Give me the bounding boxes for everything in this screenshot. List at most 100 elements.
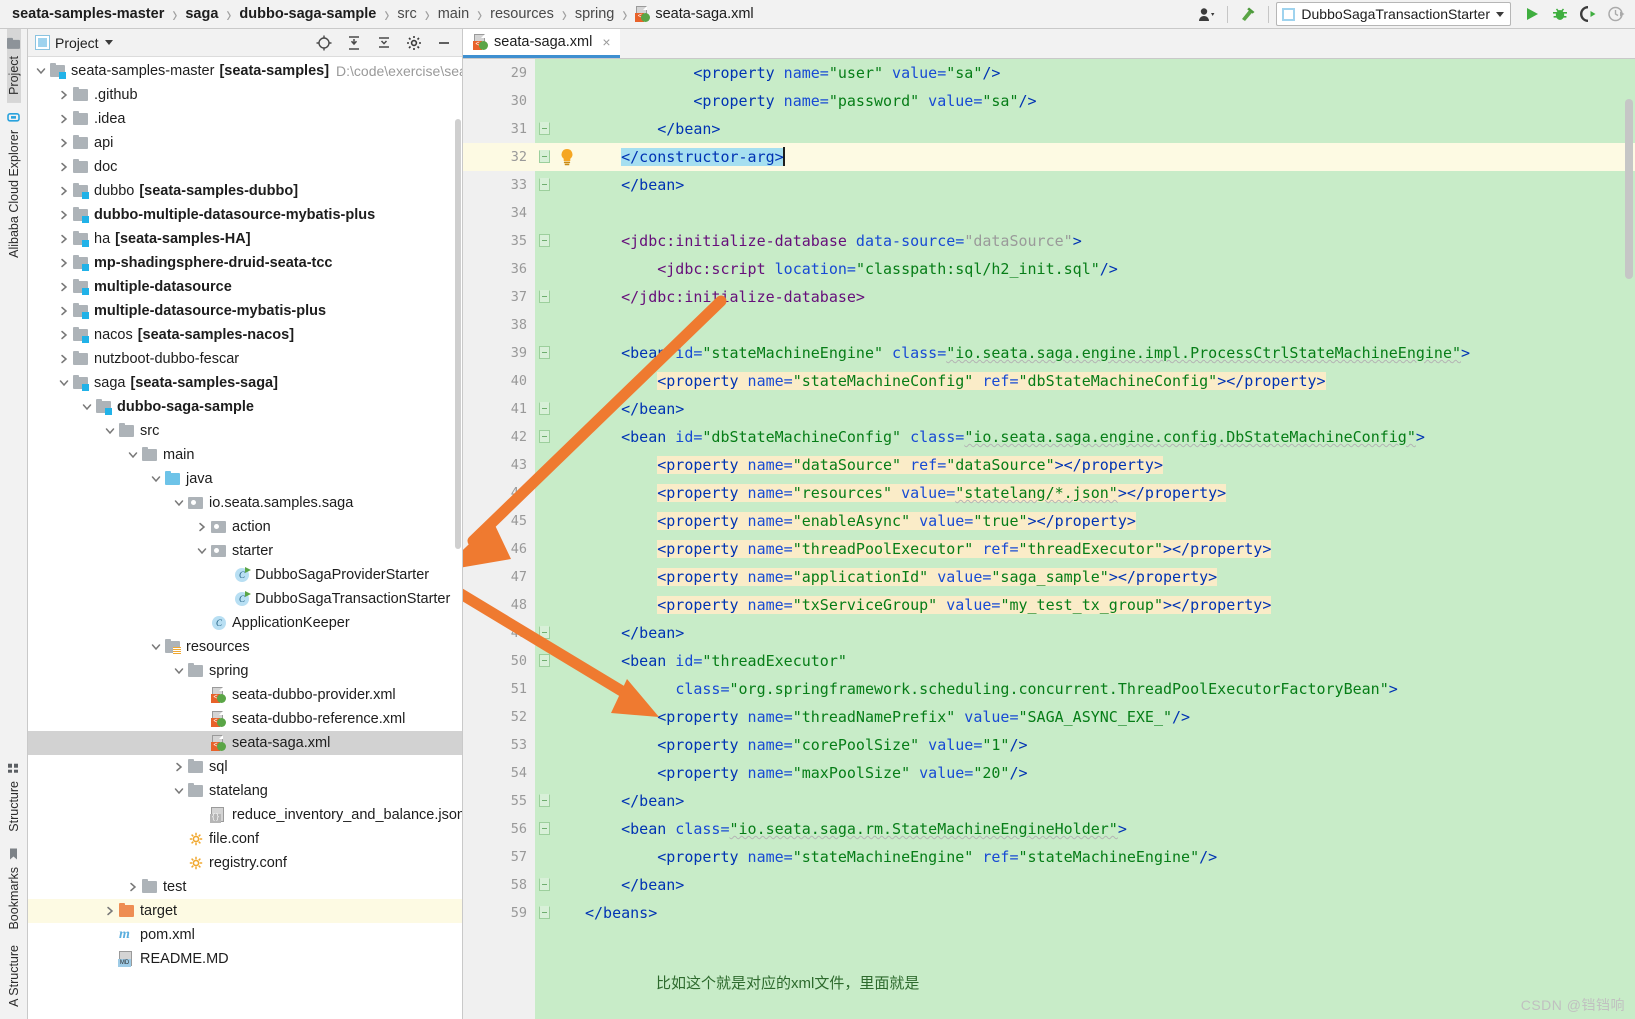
fold-marker-slot[interactable] (535, 563, 555, 591)
intention-slot[interactable] (555, 395, 579, 423)
intention-slot[interactable] (555, 675, 579, 703)
tree-node-dubbo-saga-sample[interactable]: dubbo-saga-sample (28, 395, 462, 419)
fold-marker-icon[interactable] (539, 290, 550, 303)
fold-marker-icon[interactable] (539, 878, 550, 891)
intention-slot[interactable] (555, 59, 579, 87)
fold-marker-icon[interactable] (539, 150, 550, 163)
fold-marker-slot[interactable] (535, 255, 555, 283)
tree-node-spring[interactable]: spring (28, 659, 462, 683)
tree-node-multiple-datasource[interactable]: multiple-datasource (28, 275, 462, 299)
code-line[interactable]: </bean> (579, 171, 1635, 199)
fold-marker-slot[interactable] (535, 871, 555, 899)
code-line[interactable]: <property name="user" value="sa"/> (579, 59, 1635, 87)
intention-slot[interactable] (555, 227, 579, 255)
chevron-right-icon[interactable] (56, 327, 72, 343)
fold-marker-slot[interactable] (535, 339, 555, 367)
fold-marker-icon[interactable] (539, 430, 550, 443)
close-icon[interactable]: × (602, 34, 610, 50)
fold-marker-slot[interactable] (535, 759, 555, 787)
fold-marker-slot[interactable] (535, 115, 555, 143)
chevron-down-icon[interactable] (1496, 11, 1504, 17)
tree-node-dubbo-multiple-datasource-mybatis-plus[interactable]: dubbo-multiple-datasource-mybatis-plus (28, 203, 462, 227)
fold-marker-slot[interactable] (535, 591, 555, 619)
chevron-right-icon[interactable] (56, 351, 72, 367)
intention-slot[interactable] (555, 871, 579, 899)
fold-marker-slot[interactable] (535, 423, 555, 451)
fold-marker-icon[interactable] (539, 178, 550, 191)
code-line[interactable]: </jdbc:initialize-database> (579, 283, 1635, 311)
tree-node-statelang[interactable]: statelang (28, 779, 462, 803)
fold-marker-icon[interactable] (539, 626, 550, 639)
tree-node-api[interactable]: api (28, 131, 462, 155)
intention-slot[interactable] (555, 759, 579, 787)
tree-node-io-seata-samples-saga[interactable]: io.seata.samples.saga (28, 491, 462, 515)
debug-bug-icon[interactable] (1547, 2, 1573, 26)
intention-slot[interactable] (555, 451, 579, 479)
chevron-right-icon[interactable] (56, 255, 72, 271)
intention-slot[interactable] (555, 143, 579, 171)
chevron-right-icon[interactable] (56, 303, 72, 319)
chevron-right-icon[interactable] (56, 183, 72, 199)
tree-node-pom-xml[interactable]: m pom.xml (28, 923, 462, 947)
breadcrumb-item-dubbo-saga-sample[interactable]: dubbo-saga-sample (237, 6, 378, 22)
gear-icon[interactable] (402, 32, 426, 54)
chevron-right-icon[interactable] (56, 87, 72, 103)
intention-slot[interactable] (555, 423, 579, 451)
chevron-down-icon[interactable] (148, 639, 164, 655)
chevron-right-icon[interactable] (56, 159, 72, 175)
intention-slot[interactable] (555, 843, 579, 871)
run-configuration-selector[interactable]: DubboSagaTransactionStarter (1276, 2, 1511, 26)
tree-node-multiple-datasource-mybatis-plus[interactable]: multiple-datasource-mybatis-plus (28, 299, 462, 323)
code-line[interactable]: <property name="stateMachineEngine" ref=… (579, 843, 1635, 871)
code-line[interactable]: <bean id="stateMachineEngine" class="io.… (579, 339, 1635, 367)
fold-marker-slot[interactable] (535, 143, 555, 171)
tree-node-target[interactable]: target (28, 899, 462, 923)
fold-marker-slot[interactable] (535, 87, 555, 115)
chevron-right-icon[interactable] (56, 207, 72, 223)
intention-slot[interactable] (555, 703, 579, 731)
fold-marker-slot[interactable] (535, 787, 555, 815)
tree-node-action[interactable]: action (28, 515, 462, 539)
profiler-clock-icon[interactable] (1603, 2, 1629, 26)
project-scrollbar-thumb[interactable] (455, 119, 461, 549)
editor-tab-seata-saga-xml[interactable]: < seata-saga.xml × (463, 29, 620, 58)
sidebar-item-alibaba-cloud-explorer[interactable]: Alibaba Cloud Explorer (7, 103, 21, 266)
tree-node-readme-md[interactable]: MD README.MD (28, 947, 462, 971)
code-text[interactable]: <property name="user" value="sa"/> <prop… (579, 59, 1635, 1019)
user-avatar-icon[interactable] (1194, 2, 1220, 26)
code-line[interactable]: <property name="txServiceGroup" value="m… (579, 591, 1635, 619)
code-line[interactable]: <property name="threadPoolExecutor" ref=… (579, 535, 1635, 563)
fold-marker-icon[interactable] (539, 794, 550, 807)
breadcrumb-item-seata-samples-master[interactable]: seata-samples-master (10, 6, 166, 22)
fold-marker-slot[interactable] (535, 395, 555, 423)
tree-node-saga[interactable]: saga [seata-samples-saga] (28, 371, 462, 395)
collapse-all-icon[interactable] (372, 32, 396, 54)
chevron-down-icon[interactable] (171, 663, 187, 679)
code-folding-gutter[interactable] (535, 59, 555, 1019)
intention-slot[interactable] (555, 787, 579, 815)
fold-marker-slot[interactable] (535, 619, 555, 647)
code-line[interactable]: <property name="threadNamePrefix" value=… (579, 703, 1635, 731)
code-line[interactable] (579, 311, 1635, 339)
fold-marker-icon[interactable] (539, 122, 550, 135)
code-line[interactable]: <jdbc:initialize-database data-source="d… (579, 227, 1635, 255)
tree-node-mp-shadingsphere-druid-seata-tcc[interactable]: mp-shadingsphere-druid-seata-tcc (28, 251, 462, 275)
breadcrumb-item-file[interactable]: < seata-saga.xml (633, 6, 755, 22)
code-line[interactable]: <bean id="dbStateMachineConfig" class="i… (579, 423, 1635, 451)
fold-marker-slot[interactable] (535, 675, 555, 703)
code-line[interactable]: </bean> (579, 395, 1635, 423)
tree-node-file-conf[interactable]: file.conf (28, 827, 462, 851)
chevron-right-icon[interactable] (56, 111, 72, 127)
fold-marker-icon[interactable] (539, 906, 550, 919)
tree-node-reduce-inventory-and-balance-json[interactable]: {} reduce_inventory_and_balance.json (28, 803, 462, 827)
chevron-down-icon[interactable] (33, 63, 49, 79)
code-line[interactable]: </bean> (579, 871, 1635, 899)
fold-marker-slot[interactable] (535, 479, 555, 507)
fold-marker-slot[interactable] (535, 815, 555, 843)
run-play-icon[interactable] (1519, 2, 1545, 26)
code-line[interactable]: </bean> (579, 115, 1635, 143)
code-line[interactable]: <jdbc:script location="classpath:sql/h2_… (579, 255, 1635, 283)
fold-marker-slot[interactable] (535, 899, 555, 927)
tree-node-resources[interactable]: resources (28, 635, 462, 659)
code-line[interactable]: <property name="applicationId" value="sa… (579, 563, 1635, 591)
